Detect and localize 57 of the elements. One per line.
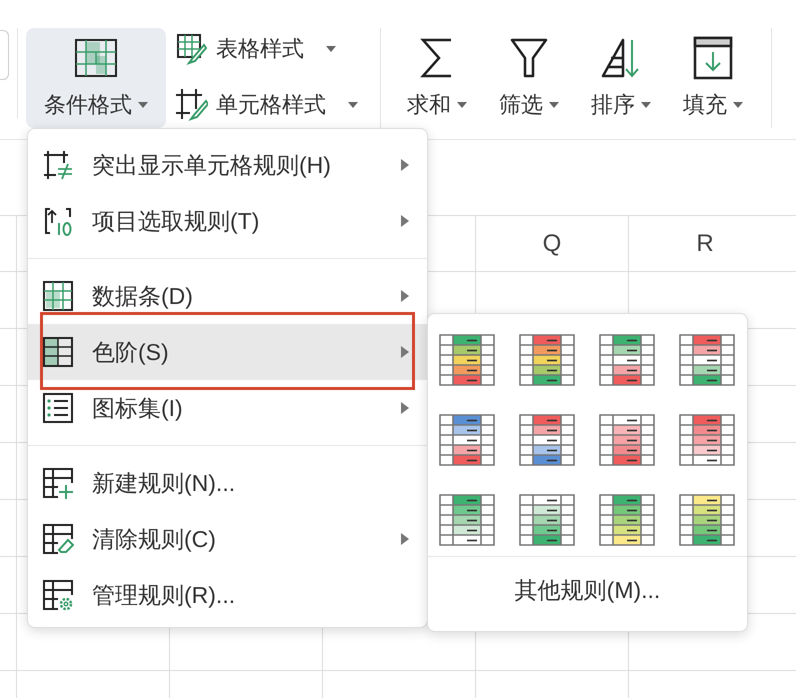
menu-item[interactable]: 图标集(I) xyxy=(28,380,427,436)
caret-icon xyxy=(457,102,467,108)
color-scale-swatch[interactable] xyxy=(679,414,735,466)
caret-icon xyxy=(326,46,336,52)
column-header[interactable]: R xyxy=(696,230,714,258)
submenu-arrow-icon xyxy=(401,346,409,358)
menu-item[interactable]: 清除规则(C) xyxy=(28,511,427,567)
table-gear-icon xyxy=(42,579,74,611)
filter-icon xyxy=(509,36,549,80)
color-scale-swatch[interactable] xyxy=(439,414,495,466)
color-scale-swatch[interactable] xyxy=(599,414,655,466)
table-eraser-icon xyxy=(42,523,74,555)
menu-item[interactable]: 色阶(S) xyxy=(28,324,427,380)
tool-button[interactable]: 排序 xyxy=(575,28,667,128)
table-icon xyxy=(42,280,74,312)
color-scale-swatch[interactable] xyxy=(439,334,495,386)
color-scale-swatch[interactable] xyxy=(599,334,655,386)
caret-icon xyxy=(138,102,148,108)
tool-button[interactable]: 填充 xyxy=(667,28,759,128)
ruler-icon xyxy=(42,149,74,181)
menu-item[interactable]: 项目选取规则(T) xyxy=(28,193,427,249)
fill-down-icon xyxy=(693,36,733,80)
cell-brush-icon xyxy=(176,89,208,121)
submenu-arrow-icon xyxy=(401,290,409,302)
submenu-arrow-icon xyxy=(401,533,409,545)
caret-icon xyxy=(549,102,559,108)
conditional-format-button[interactable]: 条件格式 xyxy=(26,28,166,128)
tool-button[interactable]: 求和 xyxy=(391,28,483,128)
tool-button[interactable]: 筛选 xyxy=(483,28,575,128)
menu-item[interactable]: 管理规则(R)... xyxy=(28,567,427,623)
table-brush-icon xyxy=(176,33,208,65)
submenu-arrow-icon xyxy=(401,159,409,171)
menu-item[interactable]: 新建规则(N)... xyxy=(28,455,427,511)
table-plus-icon xyxy=(42,467,74,499)
color-scale-swatch[interactable] xyxy=(599,494,655,546)
menu-item[interactable]: 数据条(D) xyxy=(28,268,427,324)
color-scale-swatch[interactable] xyxy=(439,494,495,546)
color-scale-swatch[interactable] xyxy=(519,494,575,546)
style-button[interactable]: 表格样式 xyxy=(174,28,370,70)
caret-icon xyxy=(348,102,358,108)
table-icon xyxy=(42,336,74,368)
sort-icon xyxy=(601,36,641,80)
arrow-box-icon xyxy=(42,205,74,237)
submenu-arrow-icon xyxy=(401,215,409,227)
style-button[interactable]: 单元格样式 xyxy=(174,84,370,126)
column-header[interactable]: Q xyxy=(542,230,562,258)
color-scale-swatch[interactable] xyxy=(519,414,575,466)
color-scale-swatch[interactable] xyxy=(519,334,575,386)
menu-item[interactable]: 其他规则(M)... xyxy=(428,557,747,606)
color-scale-swatch[interactable] xyxy=(679,494,735,546)
submenu-arrow-icon xyxy=(401,402,409,414)
caret-icon xyxy=(641,102,651,108)
menu-item[interactable]: 突出显示单元格规则(H) xyxy=(28,137,427,193)
color-scale-swatch[interactable] xyxy=(679,334,735,386)
caret-icon xyxy=(733,102,743,108)
grid-icon xyxy=(74,38,118,78)
list-icon xyxy=(42,392,74,424)
